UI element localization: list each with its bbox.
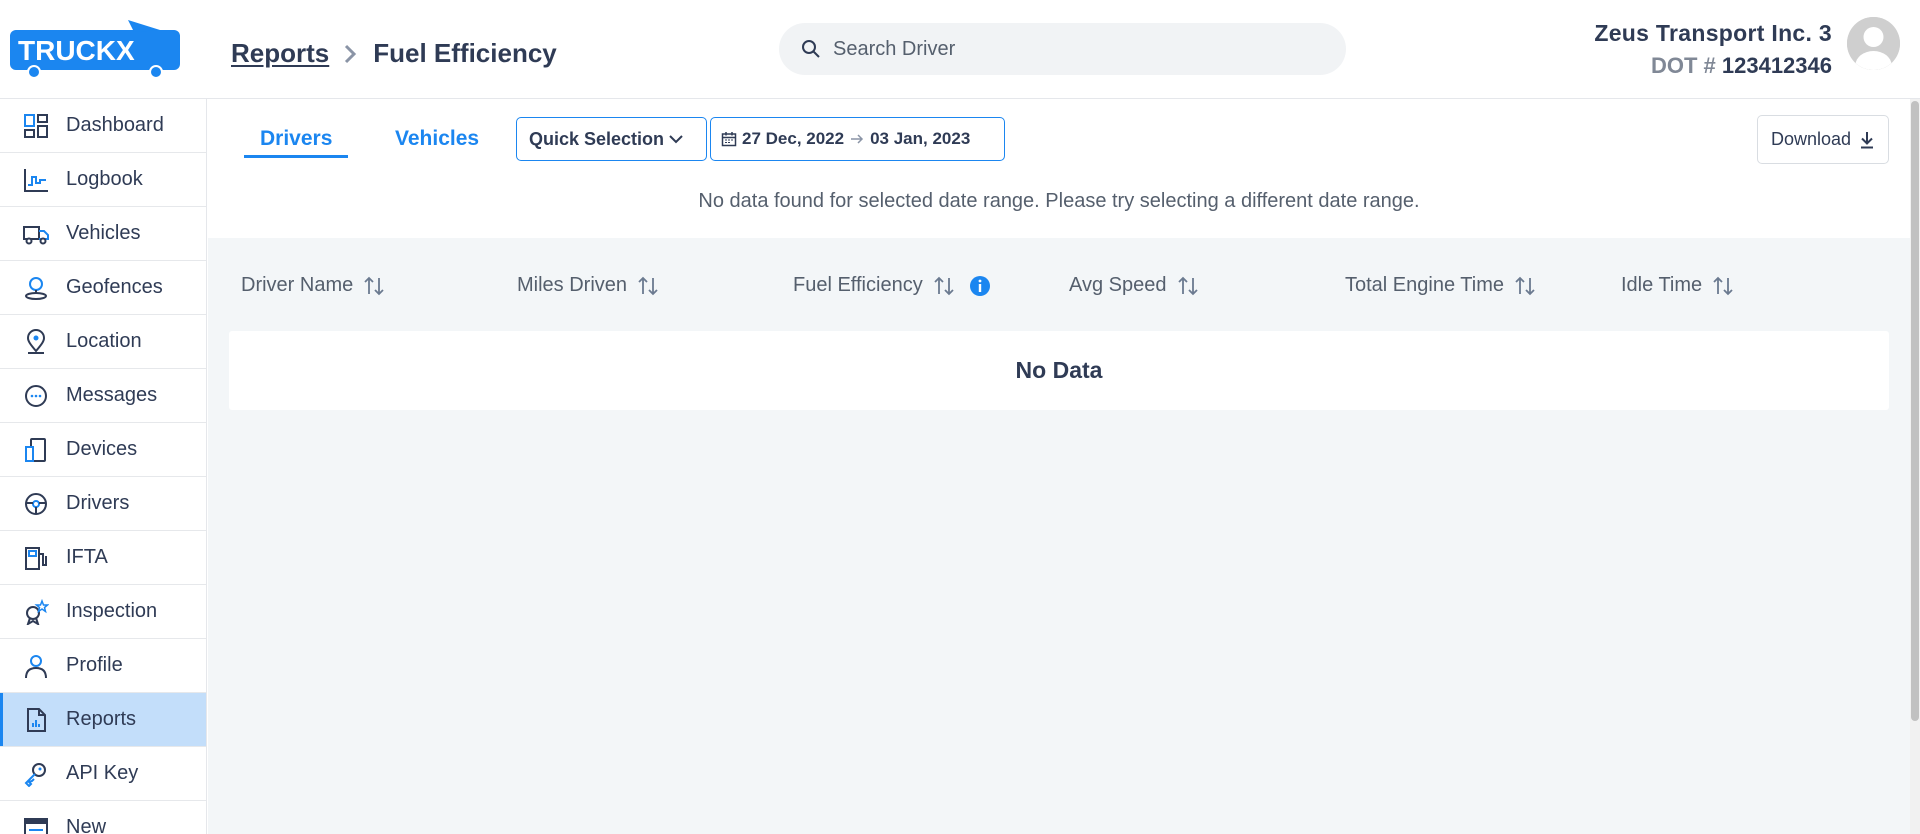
steering-wheel-icon (22, 490, 50, 518)
column-label: Driver Name (241, 274, 354, 296)
sidebar-item-new[interactable]: New (0, 801, 206, 834)
column-avg-speed[interactable]: Avg Speed (1069, 274, 1199, 297)
search-bar[interactable] (779, 23, 1346, 75)
date-end: 03 Jan, 2023 (870, 129, 971, 148)
sidebar-item-vehicles[interactable]: Vehicles (0, 207, 206, 261)
chevron-down-icon (668, 133, 684, 145)
sidebar-item-label: Location (66, 330, 142, 352)
download-button[interactable]: Download (1757, 115, 1889, 164)
sidebar-item-reports[interactable]: Reports (0, 693, 206, 747)
sidebar-item-label: Devices (66, 438, 138, 460)
report-icon (22, 706, 50, 734)
download-icon (1859, 131, 1875, 149)
search-icon (801, 39, 821, 59)
sidebar-item-logbook[interactable]: Logbook (0, 153, 206, 207)
table-header: Driver Name Miles Driven Fuel Efficiency… (208, 238, 1910, 331)
date-start: 27 Dec, 2022 (742, 129, 845, 148)
logbook-icon (22, 166, 50, 194)
dot-number: 123412346 (1721, 53, 1832, 78)
chevron-right-icon (343, 44, 357, 64)
sidebar-item-label: API Key (66, 762, 139, 784)
sidebar-item-profile[interactable]: Profile (0, 639, 206, 693)
device-icon (22, 436, 50, 464)
top-header: TRUCKX Reports Fuel Efficiency Zeus Tran… (0, 0, 1920, 99)
dot-label: DOT # (1650, 53, 1716, 78)
fuel-pump-icon (22, 544, 50, 572)
sidebar-item-devices[interactable]: Devices (0, 423, 206, 477)
sort-icon[interactable] (363, 276, 385, 296)
sidebar-item-label: Vehicles (66, 222, 141, 244)
sidebar-item-label: New (66, 816, 107, 834)
key-icon (22, 760, 50, 788)
active-tab-indicator (244, 155, 348, 158)
sidebar-item-geofences[interactable]: Geofences (0, 261, 206, 315)
dashboard-icon (22, 112, 50, 140)
message-icon (22, 382, 50, 410)
quick-selection-dropdown[interactable]: Quick Selection (516, 117, 707, 161)
date-range-picker[interactable]: 27 Dec, 2022 03 Jan, 2023 (710, 117, 1005, 161)
breadcrumb-reports-link[interactable]: Reports (231, 38, 329, 69)
no-data-message: No data found for selected date range. P… (698, 190, 1420, 212)
company-name: Zeus Transport Inc. 3 (1594, 20, 1832, 46)
main-content: Drivers Vehicles Quick Selection 27 Dec,… (208, 99, 1910, 834)
sidebar-item-label: IFTA (66, 546, 108, 568)
tab-vehicles[interactable]: Vehicles (395, 127, 479, 151)
column-label: Idle Time (1621, 274, 1703, 296)
svg-text:TRUCKX: TRUCKX (18, 35, 135, 66)
sort-icon[interactable] (1177, 276, 1199, 296)
sidebar-item-label: Reports (66, 708, 137, 730)
sidebar-item-label: Drivers (66, 492, 130, 514)
column-label: Total Engine Time (1345, 274, 1504, 296)
breadcrumb: Reports Fuel Efficiency (231, 38, 557, 69)
truck-icon (22, 220, 50, 248)
company-info: Zeus Transport Inc. 3 DOT # 123412346 (1594, 20, 1832, 79)
column-fuel-efficiency[interactable]: Fuel Efficiency (793, 274, 991, 297)
inspection-icon (22, 598, 50, 626)
sort-icon[interactable] (637, 276, 659, 296)
sidebar-item-label: Geofences (66, 276, 163, 298)
tab-drivers[interactable]: Drivers (260, 127, 332, 151)
sidebar: Dashboard Logbook Vehicles Geofences Loc… (0, 99, 207, 834)
search-driver-input[interactable] (833, 37, 1313, 61)
breadcrumb-current: Fuel Efficiency (373, 38, 557, 68)
info-icon[interactable] (969, 275, 991, 297)
table-empty-row: No Data (229, 331, 1889, 410)
location-pin-icon (22, 328, 50, 356)
column-idle-time[interactable]: Idle Time (1621, 274, 1734, 297)
download-label: Download (1770, 129, 1852, 149)
sidebar-item-label: Profile (66, 654, 123, 676)
truckx-logo[interactable]: TRUCKX (10, 18, 180, 80)
user-icon (22, 652, 50, 680)
sidebar-item-drivers[interactable]: Drivers (0, 477, 206, 531)
sidebar-item-label: Messages (66, 384, 158, 406)
sidebar-item-label: Inspection (66, 600, 158, 622)
sort-icon[interactable] (1514, 276, 1536, 296)
column-driver-name[interactable]: Driver Name (241, 274, 385, 297)
quick-selection-label: Quick Selection (529, 128, 665, 149)
sidebar-item-label: Logbook (66, 168, 143, 190)
arrow-right-icon (850, 133, 864, 145)
column-total-engine-time[interactable]: Total Engine Time (1345, 274, 1536, 297)
column-label: Avg Speed (1069, 274, 1167, 296)
sidebar-item-messages[interactable]: Messages (0, 369, 206, 423)
sort-icon[interactable] (933, 276, 955, 296)
column-miles-driven[interactable]: Miles Driven (517, 274, 659, 297)
geofence-icon (22, 274, 50, 302)
dot-number-row: DOT # 123412346 (1594, 53, 1832, 79)
sidebar-item-label: Dashboard (66, 114, 164, 136)
sidebar-item-location[interactable]: Location (0, 315, 206, 369)
scrollbar-thumb[interactable] (1911, 101, 1919, 721)
sidebar-item-inspection[interactable]: Inspection (0, 585, 206, 639)
sort-icon[interactable] (1712, 276, 1734, 296)
sidebar-item-dashboard[interactable]: Dashboard (0, 99, 206, 153)
report-toolbar: Drivers Vehicles Quick Selection 27 Dec,… (208, 99, 1910, 238)
column-label: Fuel Efficiency (793, 274, 923, 296)
new-icon (22, 814, 50, 834)
avatar[interactable] (1847, 17, 1900, 70)
sidebar-item-api-key[interactable]: API Key (0, 747, 206, 801)
calendar-icon (721, 131, 737, 147)
sidebar-item-ifta[interactable]: IFTA (0, 531, 206, 585)
column-label: Miles Driven (517, 274, 628, 296)
